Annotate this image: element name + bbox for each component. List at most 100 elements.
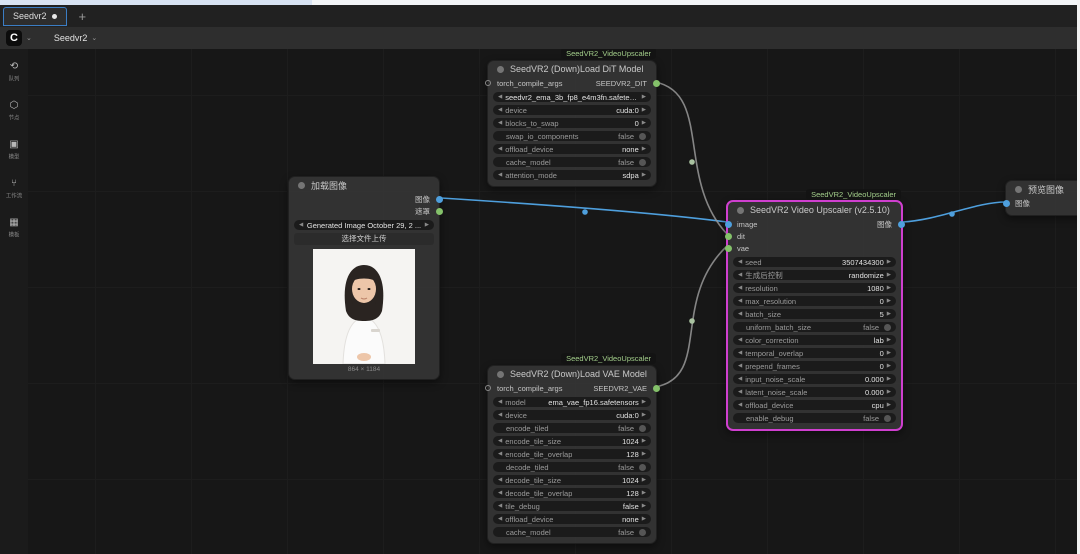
decrement-arrow-icon[interactable]: ◀ xyxy=(498,146,502,152)
increment-arrow-icon[interactable]: ▶ xyxy=(425,222,429,228)
increment-arrow-icon[interactable]: ▶ xyxy=(642,146,646,152)
output-slot-dot[interactable] xyxy=(435,207,443,215)
output-slot-dot[interactable] xyxy=(435,195,443,203)
collapse-dot-icon[interactable] xyxy=(1015,185,1022,193)
toggle-knob-icon[interactable] xyxy=(884,323,891,331)
decrement-arrow-icon[interactable]: ◀ xyxy=(738,272,742,278)
widget-row[interactable]: ◀ cache_model false ▶ xyxy=(493,527,651,537)
increment-arrow-icon[interactable]: ▶ xyxy=(642,438,646,444)
increment-arrow-icon[interactable]: ▶ xyxy=(887,363,891,369)
decrement-arrow-icon[interactable]: ◀ xyxy=(498,490,502,496)
workflow-tab[interactable]: Seedvr2 xyxy=(3,6,67,26)
node-load-dit-model[interactable]: SeedVR2_VideoUpscaler SeedVR2 (Down)Load… xyxy=(484,48,660,187)
increment-arrow-icon[interactable]: ▶ xyxy=(887,376,891,382)
node-preview-image[interactable]: 预览图像 图像 xyxy=(1002,180,1080,216)
widget-row[interactable]: ◀ decode_tile_overlap 128 ▶ xyxy=(493,488,651,498)
widget-image-file[interactable]: ◀ image Generated Image October 29, 2 ..… xyxy=(294,220,434,230)
decrement-arrow-icon[interactable]: ◀ xyxy=(738,337,742,343)
input-slot-dot[interactable] xyxy=(1002,199,1010,207)
widget-row[interactable]: ◀ latent_noise_scale 0.000 ▶ xyxy=(733,387,896,397)
increment-arrow-icon[interactable]: ▶ xyxy=(887,298,891,304)
node-title-bar[interactable]: 预览图像 xyxy=(1006,181,1080,197)
increment-arrow-icon[interactable]: ▶ xyxy=(642,490,646,496)
decrement-arrow-icon[interactable]: ◀ xyxy=(738,285,742,291)
decrement-arrow-icon[interactable]: ◀ xyxy=(738,350,742,356)
widget-row[interactable]: ◀ blocks_to_swap 0 ▶ xyxy=(493,118,651,128)
increment-arrow-icon[interactable]: ▶ xyxy=(642,399,646,405)
comfyui-logo-icon[interactable]: C xyxy=(6,30,22,46)
decrement-arrow-icon[interactable]: ◀ xyxy=(498,107,502,113)
decrement-arrow-icon[interactable]: ◀ xyxy=(498,94,502,100)
increment-arrow-icon[interactable]: ▶ xyxy=(887,389,891,395)
node-load-vae-model[interactable]: SeedVR2_VideoUpscaler SeedVR2 (Down)Load… xyxy=(484,353,660,544)
increment-arrow-icon[interactable]: ▶ xyxy=(642,94,646,100)
toggle-knob-icon[interactable] xyxy=(639,158,646,166)
increment-arrow-icon[interactable]: ▶ xyxy=(642,516,646,522)
widget-row[interactable]: ◀ max_resolution 0 ▶ xyxy=(733,296,896,306)
decrement-arrow-icon[interactable]: ◀ xyxy=(498,503,502,509)
decrement-arrow-icon[interactable]: ◀ xyxy=(738,298,742,304)
widget-row[interactable]: ◀ cache_model false ▶ xyxy=(493,157,651,167)
sidebar-item[interactable]: ⟲ 队列 xyxy=(0,61,28,83)
loaded-image-preview[interactable] xyxy=(313,249,415,364)
toggle-knob-icon[interactable] xyxy=(884,414,891,422)
increment-arrow-icon[interactable]: ▶ xyxy=(887,259,891,265)
output-slot-dot[interactable] xyxy=(897,220,905,228)
input-slot-dot[interactable] xyxy=(724,220,732,228)
new-workflow-tab-button[interactable]: + xyxy=(79,10,87,23)
widget-row[interactable]: ◀ model seedvr2_ema_3b_fp8_e4m3fn.safete… xyxy=(493,92,651,102)
increment-arrow-icon[interactable]: ▶ xyxy=(887,402,891,408)
collapse-dot-icon[interactable] xyxy=(298,181,305,189)
widget-row[interactable]: ◀ batch_size 5 ▶ xyxy=(733,309,896,319)
widget-row[interactable]: ◀ seed 3507434300 ▶ xyxy=(733,257,896,267)
collapse-dot-icon[interactable] xyxy=(737,206,744,214)
sidebar-item[interactable]: ⬡ 节点 xyxy=(0,100,28,122)
widget-row[interactable]: ◀ uniform_batch_size false ▶ xyxy=(733,322,896,332)
increment-arrow-icon[interactable]: ▶ xyxy=(887,337,891,343)
toggle-knob-icon[interactable] xyxy=(639,463,646,471)
input-slot-dot[interactable] xyxy=(484,80,491,86)
node-video-upscaler[interactable]: SeedVR2_VideoUpscaler SeedVR2 Video Upsc… xyxy=(724,189,905,431)
widget-row[interactable]: ◀ swap_io_components false ▶ xyxy=(493,131,651,141)
increment-arrow-icon[interactable]: ▶ xyxy=(642,107,646,113)
decrement-arrow-icon[interactable]: ◀ xyxy=(498,477,502,483)
widget-row[interactable]: ◀ offload_device cpu ▶ xyxy=(733,400,896,410)
widget-row[interactable]: ◀ decode_tile_size 1024 ▶ xyxy=(493,475,651,485)
decrement-arrow-icon[interactable]: ◀ xyxy=(738,311,742,317)
toggle-knob-icon[interactable] xyxy=(639,132,646,140)
increment-arrow-icon[interactable]: ▶ xyxy=(887,350,891,356)
collapse-dot-icon[interactable] xyxy=(497,65,504,73)
widget-row[interactable]: ◀ 生成后控制 randomize ▶ xyxy=(733,270,896,280)
decrement-arrow-icon[interactable]: ◀ xyxy=(498,451,502,457)
decrement-arrow-icon[interactable]: ◀ xyxy=(498,399,502,405)
workflow-name-menu[interactable]: Seedvr2 xyxy=(54,33,88,43)
choose-file-upload-button[interactable]: 选择文件上传 xyxy=(294,233,434,245)
widget-row[interactable]: ◀ tile_debug false ▶ xyxy=(493,501,651,511)
sidebar-item[interactable]: ⑂ 工作流 xyxy=(0,178,28,200)
widget-row[interactable]: ◀ device cuda:0 ▶ xyxy=(493,410,651,420)
increment-arrow-icon[interactable]: ▶ xyxy=(642,412,646,418)
input-slot-dot[interactable] xyxy=(724,244,732,252)
widget-row[interactable]: ◀ encode_tile_overlap 128 ▶ xyxy=(493,449,651,459)
widget-row[interactable]: ◀ decode_tiled false ▶ xyxy=(493,462,651,472)
decrement-arrow-icon[interactable]: ◀ xyxy=(738,402,742,408)
decrement-arrow-icon[interactable]: ◀ xyxy=(498,516,502,522)
widget-row[interactable]: ◀ enable_debug false ▶ xyxy=(733,413,896,423)
decrement-arrow-icon[interactable]: ◀ xyxy=(498,412,502,418)
node-title-bar[interactable]: SeedVR2 (Down)Load VAE Model xyxy=(488,366,656,382)
decrement-arrow-icon[interactable]: ◀ xyxy=(738,389,742,395)
node-load-image[interactable]: 加载图像 图像 遮罩 ◀ image Generated Image Octob… xyxy=(288,176,443,380)
increment-arrow-icon[interactable]: ▶ xyxy=(642,120,646,126)
output-slot-dot[interactable] xyxy=(652,384,660,392)
node-title-bar[interactable]: SeedVR2 (Down)Load DiT Model xyxy=(488,61,656,77)
widget-row[interactable]: ◀ encode_tile_size 1024 ▶ xyxy=(493,436,651,446)
node-title-bar[interactable]: SeedVR2 Video Upscaler (v2.5.10) xyxy=(728,202,901,218)
decrement-arrow-icon[interactable]: ◀ xyxy=(498,172,502,178)
decrement-arrow-icon[interactable]: ◀ xyxy=(498,438,502,444)
increment-arrow-icon[interactable]: ▶ xyxy=(887,272,891,278)
collapse-dot-icon[interactable] xyxy=(497,370,504,378)
decrement-arrow-icon[interactable]: ◀ xyxy=(738,376,742,382)
increment-arrow-icon[interactable]: ▶ xyxy=(642,172,646,178)
widget-row[interactable]: ◀ encode_tiled false ▶ xyxy=(493,423,651,433)
widget-row[interactable]: ◀ device cuda:0 ▶ xyxy=(493,105,651,115)
